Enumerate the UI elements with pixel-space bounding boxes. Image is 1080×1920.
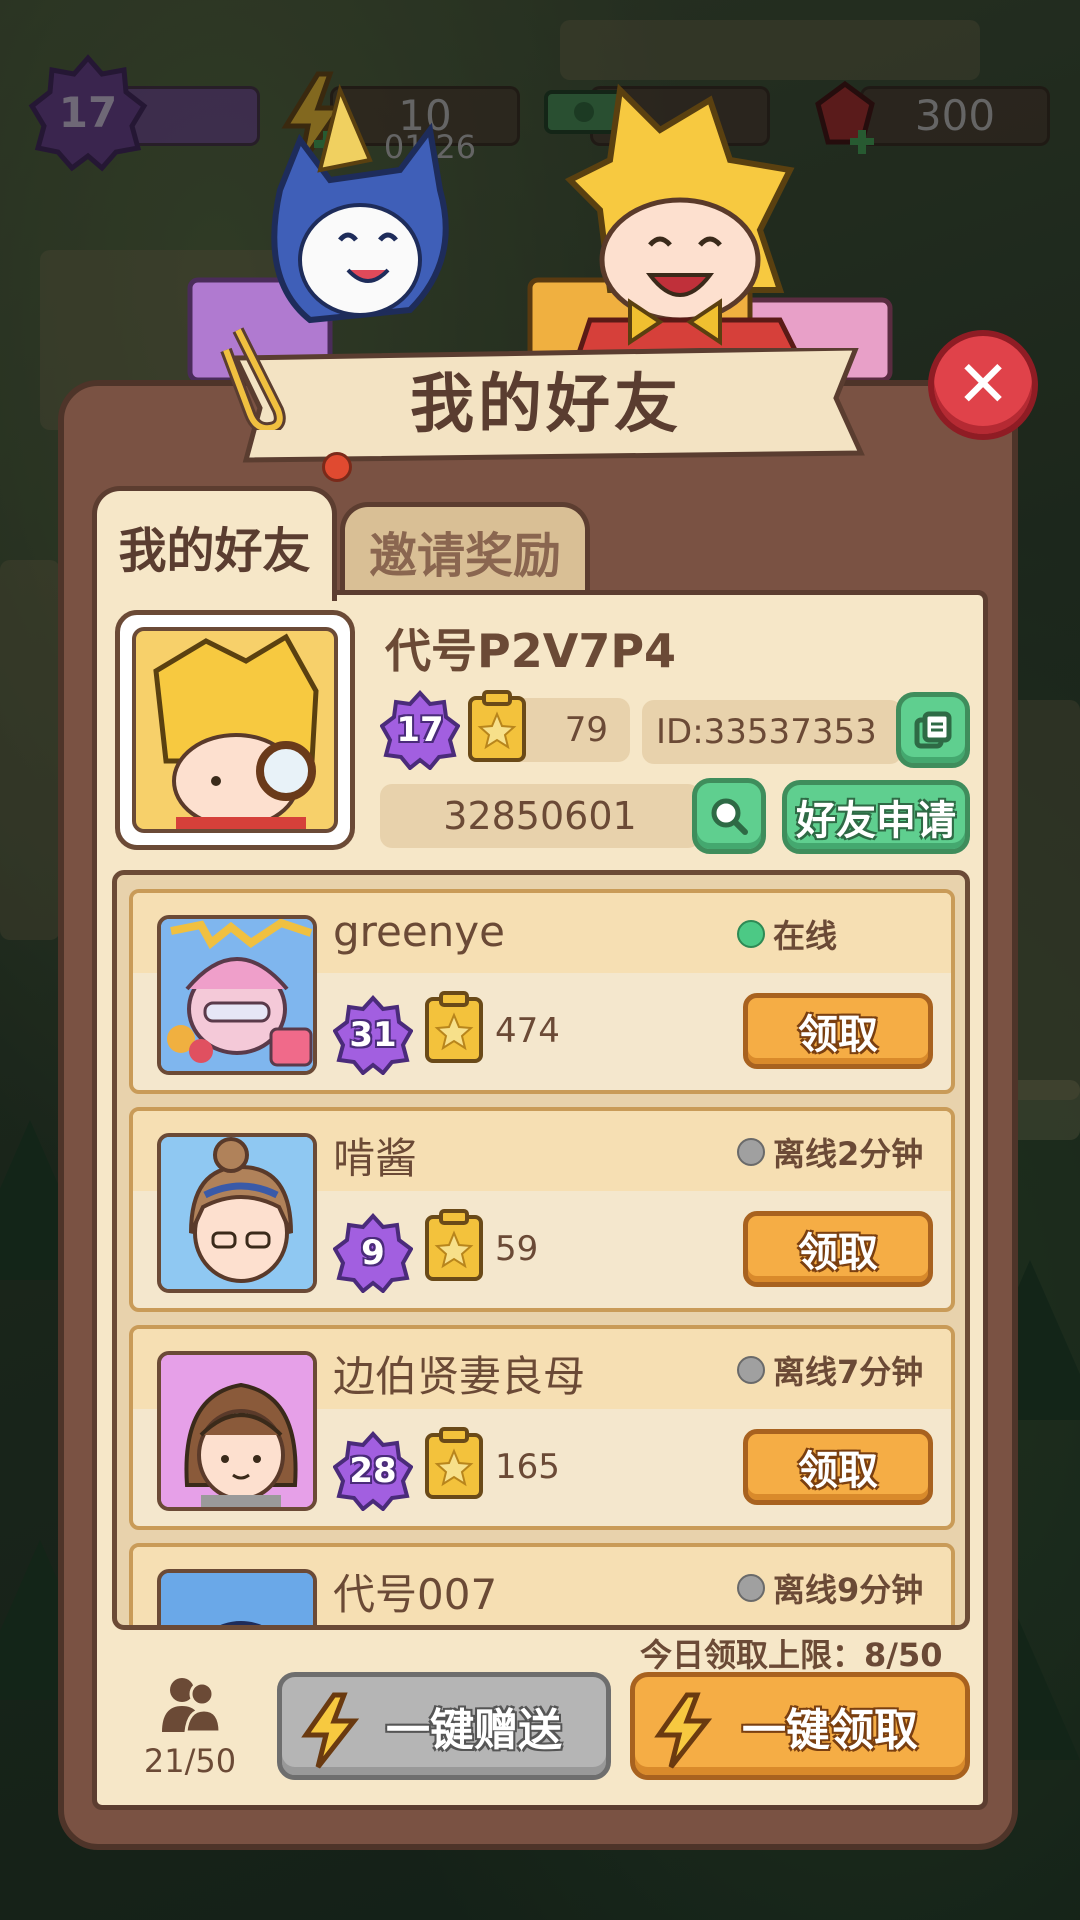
- friend-card: 啃酱 离线2分钟 9 59 领取: [129, 1107, 955, 1312]
- lightning-icon: [654, 1692, 713, 1769]
- offline-dot-icon: [737, 1574, 765, 1602]
- friend-card: 代号007 离线9分钟: [129, 1543, 955, 1625]
- friend-name: 啃酱: [333, 1134, 418, 1183]
- friend-cards: 59: [495, 1229, 539, 1269]
- friend-name: greenye: [333, 907, 505, 956]
- claim-button[interactable]: 领取: [743, 1429, 933, 1505]
- claim-all-label: 一键领取: [742, 1705, 918, 1756]
- friend-request-label: 好友申请: [796, 798, 956, 844]
- send-all-label: 一键赠送: [386, 1705, 562, 1756]
- clipboard-star-icon: [468, 690, 526, 762]
- friend-status: 在线: [737, 911, 837, 957]
- friend-cards: 165: [495, 1447, 560, 1487]
- search-icon: [711, 798, 748, 835]
- claim-all-button[interactable]: 一键领取: [630, 1672, 970, 1780]
- offline-dot-icon: [737, 1356, 765, 1384]
- friend-avatar[interactable]: [157, 1133, 317, 1293]
- avatar-image: [161, 1137, 313, 1289]
- friend-avatar[interactable]: [157, 1569, 317, 1625]
- avatar-image: [161, 1355, 313, 1507]
- send-all-button[interactable]: 一键赠送: [277, 1672, 611, 1780]
- pin-dot: [322, 452, 352, 482]
- lightning-icon: [301, 1692, 360, 1769]
- search-button[interactable]: [692, 778, 766, 854]
- friend-status: 离线9分钟: [737, 1565, 923, 1611]
- claim-button[interactable]: 领取: [743, 993, 933, 1069]
- tab-my-friends[interactable]: 我的好友: [92, 486, 337, 601]
- friend-name: 代号007: [333, 1570, 498, 1619]
- close-icon: ✕: [956, 348, 1010, 422]
- copy-icon: [914, 711, 952, 749]
- friend-name: 边伯贤妻良母: [333, 1352, 586, 1401]
- player-avatar[interactable]: [115, 610, 355, 850]
- close-button[interactable]: ✕: [928, 330, 1038, 440]
- friend-search-input[interactable]: [380, 784, 700, 848]
- player-id-field: ID:33537353: [642, 700, 902, 764]
- clipboard-star-icon: [425, 991, 483, 1063]
- claim-button[interactable]: 领取: [743, 1211, 933, 1287]
- friend-level-badge: 9: [332, 1213, 414, 1294]
- friend-card: 边伯贤妻良母 离线7分钟 28 165 领取: [129, 1325, 955, 1530]
- player-id: ID:33537353: [656, 712, 877, 752]
- dialog-title: 我的好友: [410, 368, 682, 442]
- friend-level-badge: 28: [332, 1431, 414, 1512]
- people-icon: [162, 1678, 222, 1734]
- avatar-image: [161, 919, 313, 1071]
- tab-invite-rewards[interactable]: 邀请奖励: [340, 502, 590, 594]
- friend-cards: 474: [495, 1011, 560, 1051]
- friend-request-button[interactable]: 好友申请: [782, 780, 970, 854]
- offline-dot-icon: [737, 1138, 765, 1166]
- profile-level-badge: 17: [379, 690, 461, 771]
- friend-count: 21/50: [143, 1742, 237, 1780]
- friend-level-badge: 31: [332, 995, 414, 1076]
- daily-claim-limit: 今日领取上限：8/50: [640, 1636, 943, 1674]
- friend-card: greenye 在线 31 474 领取: [129, 889, 955, 1094]
- friend-avatar[interactable]: [157, 1351, 317, 1511]
- player-name: 代号P2V7P4: [385, 624, 677, 678]
- friend-list[interactable]: greenye 在线 31 474 领取 啃酱 离线2分钟 9 59 领取 边伯…: [112, 870, 970, 1630]
- friend-status: 离线2分钟: [737, 1129, 923, 1175]
- profile-cards: 79: [564, 710, 608, 750]
- avatar-image: [153, 633, 319, 829]
- profile-level: 17: [396, 710, 444, 750]
- clipboard-star-icon: [425, 1427, 483, 1499]
- avatar-image: [161, 1573, 313, 1625]
- friend-status: 离线7分钟: [737, 1347, 923, 1393]
- copy-id-button[interactable]: [896, 692, 970, 768]
- friend-avatar[interactable]: [157, 915, 317, 1075]
- clipboard-star-icon: [425, 1209, 483, 1281]
- online-dot-icon: [737, 920, 765, 948]
